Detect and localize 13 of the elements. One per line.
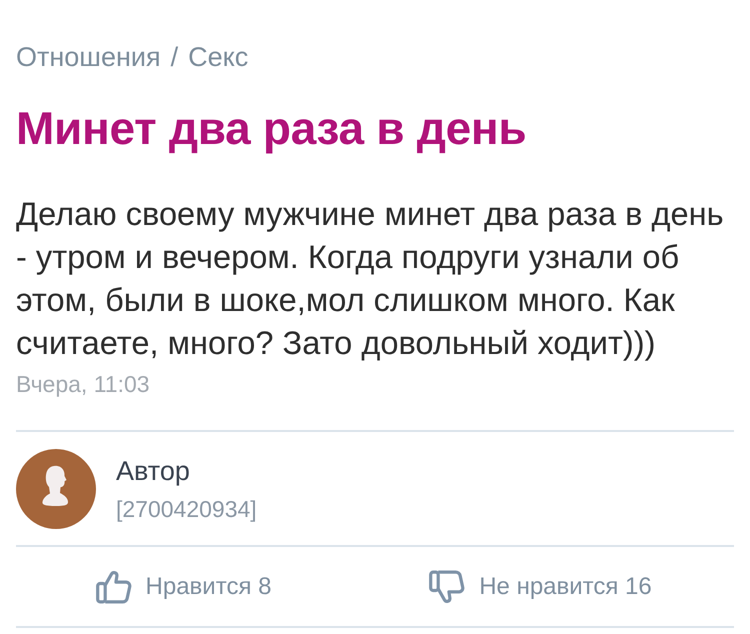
post-title: Минет два раза в день	[16, 101, 528, 155]
thumbs-down-icon	[429, 568, 466, 604]
post-time: Вчера, 11:03	[16, 371, 150, 397]
post-body: Делаю своему мужчине минет два раза в день - утром и вечером. Когда подруги узнали об этом, были в шоке,мол слишком много. Как считаете, много? Зато довольный ходит)))	[16, 194, 725, 363]
author-name[interactable]: Автор	[116, 454, 257, 486]
author-id: [2700420934]	[116, 494, 257, 522]
like-button[interactable]: Нравится 8	[90, 564, 278, 608]
dislike-button[interactable]: Не нравится 16	[423, 564, 658, 608]
thumbs-up-icon	[96, 568, 132, 604]
breadcrumb-link[interactable]: Отношения	[16, 41, 161, 73]
breadcrumb-separator: /	[170, 41, 178, 73]
avatar-icon[interactable]	[16, 448, 96, 528]
breadcrumb-link[interactable]: Секс	[188, 41, 248, 73]
